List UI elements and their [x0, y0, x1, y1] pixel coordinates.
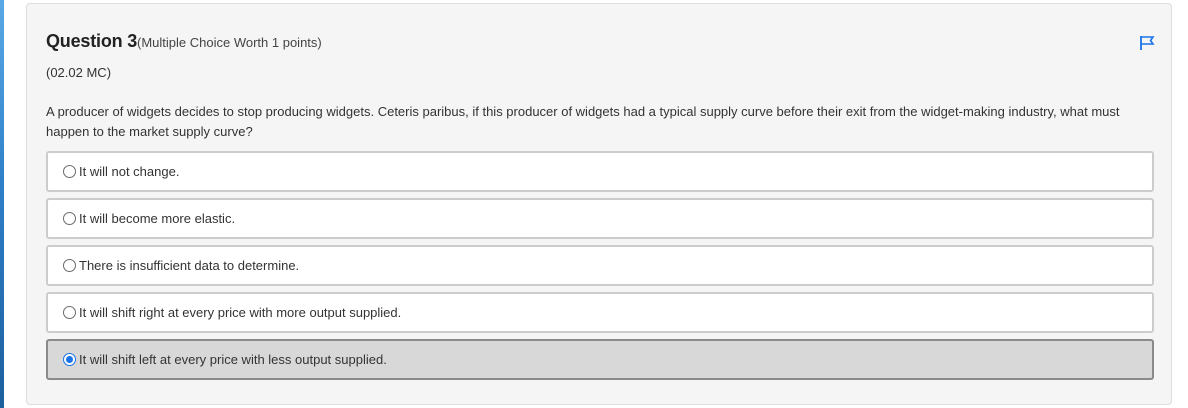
answer-option-label: It will become more elastic. — [79, 211, 236, 226]
answer-option[interactable]: There is insufficient data to determine. — [46, 245, 1154, 286]
answer-option[interactable]: It will shift right at every price with … — [46, 292, 1154, 333]
radio-button-checked[interactable] — [63, 353, 76, 366]
answer-option-label: It will shift left at every price with l… — [79, 352, 387, 367]
answer-option-label: There is insufficient data to determine. — [79, 258, 300, 273]
answer-option-label: It will not change. — [79, 164, 180, 179]
radio-button[interactable] — [63, 212, 76, 225]
window-left-edge — [0, 0, 4, 408]
radio-button[interactable] — [63, 259, 76, 272]
answer-option-label: It will shift right at every price with … — [79, 305, 402, 320]
answer-option[interactable]: It will become more elastic. — [46, 198, 1154, 239]
question-worth: (Multiple Choice Worth 1 points) — [137, 35, 322, 50]
question-title: Question 3 — [46, 31, 138, 51]
radio-button[interactable] — [63, 306, 76, 319]
answer-option-selected[interactable]: It will shift left at every price with l… — [46, 339, 1154, 380]
question-code: (02.02 MC) — [46, 65, 112, 80]
question-header: Question 3(Multiple Choice Worth 1 point… — [46, 31, 322, 52]
radio-button[interactable] — [63, 165, 76, 178]
answer-option[interactable]: It will not change. — [46, 151, 1154, 192]
question-panel: Question 3(Multiple Choice Worth 1 point… — [26, 3, 1172, 405]
flag-icon[interactable] — [1137, 33, 1157, 53]
question-text: A producer of widgets decides to stop pr… — [46, 104, 1120, 139]
